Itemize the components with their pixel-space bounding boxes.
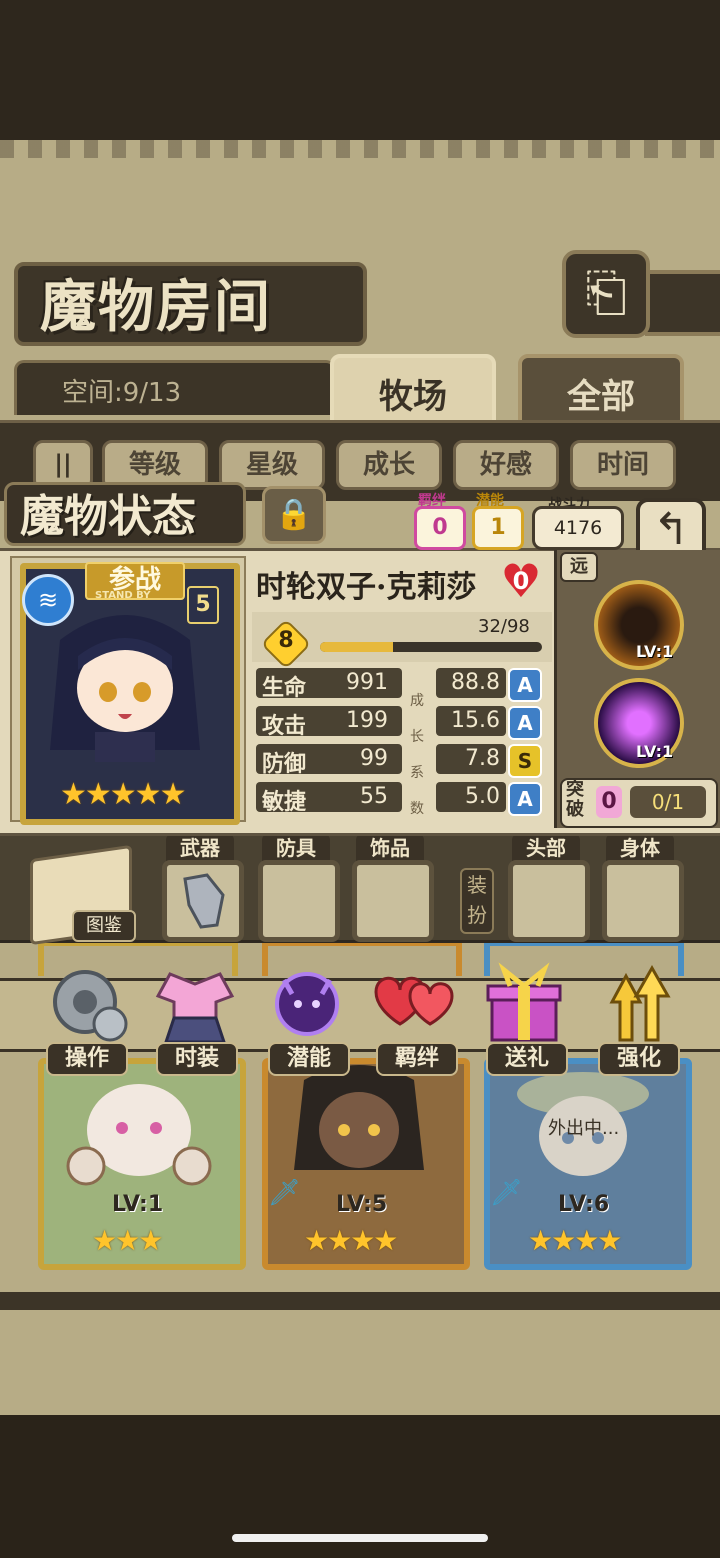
monster-stars: ★★★: [92, 1224, 163, 1257]
growth-grade: A: [508, 668, 542, 702]
slot-armor-label: 防具: [262, 834, 330, 862]
potential-value: 1: [472, 506, 524, 550]
stat-label: 攻击: [262, 714, 307, 739]
outfit-icon: [155, 972, 235, 1044]
stat-value: 199: [346, 708, 388, 733]
power-value: 4176: [532, 506, 624, 550]
stat-label: 防御: [262, 752, 307, 777]
growth-value: 15.6: [451, 708, 500, 733]
level-value: 8: [278, 628, 294, 653]
monster-portrait: [50, 615, 200, 762]
action-operate[interactable]: [40, 962, 130, 1046]
gift-icon: [486, 962, 562, 1042]
stat-label: 生命: [262, 676, 307, 701]
bond-value: 0: [414, 506, 466, 550]
exp-fill: [320, 642, 394, 652]
slot-weapon[interactable]: [162, 860, 244, 942]
sword-icon: 🗡: [490, 1178, 524, 1208]
hearts-icon: [374, 976, 454, 1026]
growth-caption: 数: [410, 801, 424, 817]
growth-value: 88.8: [451, 670, 500, 695]
slot-armor[interactable]: [258, 860, 340, 942]
skill-1-level: LV:1: [636, 642, 674, 661]
top-dark-band: [0, 0, 720, 140]
slot-body-label: 身体: [606, 834, 674, 862]
list-bottom-border: [0, 1292, 720, 1310]
sort-time-button[interactable]: 时间: [570, 440, 676, 490]
home-indicator[interactable]: [232, 1534, 488, 1542]
monster-name: 时轮双子·克莉莎: [256, 570, 477, 605]
space-count: 空间:9/13: [62, 378, 182, 408]
growth-grade: S: [508, 744, 542, 778]
growth-caption: 系: [410, 765, 424, 781]
status-title: 魔物状态: [20, 491, 196, 542]
away-status: 外出中...: [548, 1118, 620, 1139]
codex-label[interactable]: 图鉴: [72, 910, 136, 942]
slot-accessory-label: 饰品: [356, 834, 424, 862]
action-strengthen-label: 强化: [598, 1042, 680, 1076]
lock-button[interactable]: 🔒: [262, 486, 326, 544]
exp-text: 32/98: [478, 616, 530, 637]
sword-icon: 🗡: [268, 1178, 302, 1208]
monster-stars: ★★★★: [304, 1224, 398, 1257]
pause-icon: ||: [54, 450, 72, 478]
upgrade-arrows-icon: [609, 964, 671, 1042]
action-bond[interactable]: [370, 962, 460, 1046]
growth-caption: 成: [410, 693, 424, 709]
slot-weapon-label: 武器: [166, 834, 234, 862]
action-fashion-label: 时装: [156, 1042, 238, 1076]
back-button-frame: [645, 270, 720, 336]
page-title: 魔物房间: [40, 274, 272, 340]
breakthrough-label: 突破: [566, 779, 584, 820]
sort-growth-button[interactable]: 成长: [336, 440, 442, 490]
weapon-item-icon: [183, 873, 225, 929]
slot-head-label: 头部: [512, 834, 580, 862]
return-arrow-icon: ↰: [652, 504, 690, 555]
range-tag: 远: [560, 552, 598, 582]
skill-2-level: LV:1: [636, 742, 674, 761]
dress-up-label: 装扮: [460, 868, 494, 934]
growth-value: 5.0: [465, 784, 500, 809]
standby-sub-label: STAND BY: [95, 590, 151, 601]
slot-body[interactable]: [602, 860, 684, 942]
affection-value: 0: [512, 567, 530, 595]
action-gift-label: 送礼: [486, 1042, 568, 1076]
stat-value: 99: [360, 746, 388, 771]
lock-icon: 🔒: [275, 497, 313, 532]
action-operate-label: 操作: [46, 1042, 128, 1076]
action-potential-label: 潜能: [268, 1042, 350, 1076]
breakthrough-count: 0/1: [630, 786, 706, 818]
slot-head[interactable]: [508, 860, 590, 942]
exp-bar: [320, 642, 542, 652]
monster-portrait-1: [66, 1084, 212, 1186]
monster-portrait-2: [294, 1065, 424, 1170]
stat-label: 敏捷: [262, 790, 307, 815]
water-element-icon: ≋: [22, 574, 74, 626]
stat-value: 991: [346, 670, 388, 695]
action-gift[interactable]: [480, 962, 570, 1046]
star-level: 5: [187, 586, 219, 624]
growth-grade: A: [508, 706, 542, 740]
growth-caption: 长: [410, 729, 424, 745]
demon-icon: [275, 972, 339, 1036]
monster-level: LV:6: [558, 1192, 610, 1217]
gear-icon: [53, 970, 128, 1042]
monster-level: LV:1: [112, 1192, 164, 1217]
back-button[interactable]: ⎗: [562, 250, 650, 338]
action-bond-label: 羁绊: [376, 1042, 458, 1076]
sort-affection-button[interactable]: 好感: [453, 440, 559, 490]
slot-accessory[interactable]: [352, 860, 434, 942]
monster-level: LV:5: [336, 1192, 388, 1217]
action-potential[interactable]: [262, 962, 352, 1046]
action-strengthen[interactable]: [592, 962, 682, 1046]
growth-grade: A: [508, 782, 542, 816]
rarity-stars: ★★★★★: [60, 777, 186, 812]
action-fashion[interactable]: [150, 962, 240, 1046]
stat-value: 55: [360, 784, 388, 809]
growth-value: 7.8: [465, 746, 500, 771]
breakthrough-value: 0: [596, 786, 622, 818]
monster-stars: ★★★★: [528, 1224, 622, 1257]
return-arrow-icon: ⎗: [585, 263, 627, 323]
